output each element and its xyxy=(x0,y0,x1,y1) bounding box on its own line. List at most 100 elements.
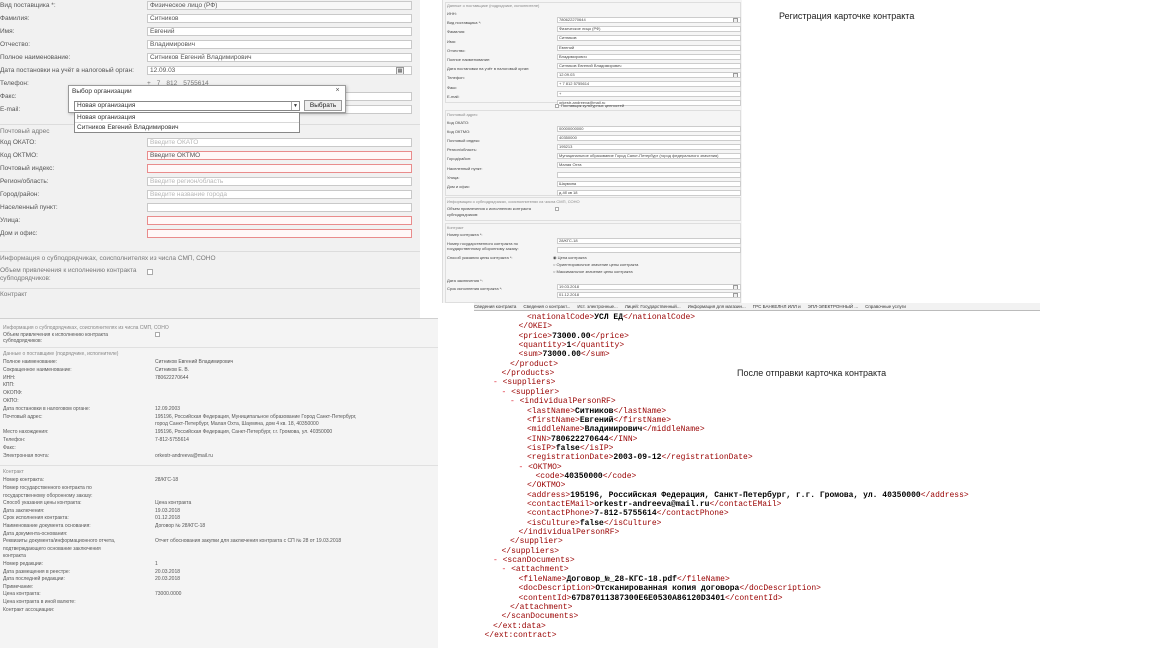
form-row: Почтовый индекс: 195213 xyxy=(447,138,742,151)
collapse-toggle[interactable]: - xyxy=(493,556,503,565)
xml-tag: <sum> xyxy=(518,350,543,360)
detail-row: Место нахождения: 195196, Российская Феде… xyxy=(3,429,433,435)
xml-value: 40350000 xyxy=(564,471,603,481)
xml-tag: </nationalCode> xyxy=(623,313,696,322)
field-input[interactable]: 01.12.2018 xyxy=(557,292,741,299)
field-label: Регион/область: xyxy=(447,147,477,153)
xml-tag: </lastName> xyxy=(613,406,667,416)
form-row: Дата постановки на учёт в налоговый орга… xyxy=(447,66,742,79)
field-value: Владимирович xyxy=(150,41,195,48)
xml-tag: </isIP> xyxy=(579,443,614,453)
dropdown-option[interactable]: Новая организация xyxy=(75,113,299,123)
xml-tag: <attachment> xyxy=(511,565,569,575)
form-row: Дата заключения *: 19.03.2018 xyxy=(447,278,742,290)
collapse-toggle[interactable]: - xyxy=(502,388,512,397)
smp-label: субподрядчиков: xyxy=(3,338,43,344)
smp-checkbox[interactable] xyxy=(555,206,559,211)
form-row: Населенный пункт: xyxy=(0,203,420,213)
field-input[interactable]: д.4б кв 18 xyxy=(557,189,741,196)
form-row: Дом и офис: xyxy=(0,229,420,239)
detail-label: ОКПО: xyxy=(3,398,19,404)
option-label: Максимальное значение цены контракта xyxy=(556,268,633,274)
price-method-option[interactable]: ◉ Цена контракта xyxy=(553,255,587,260)
collapse-toggle[interactable]: - xyxy=(519,463,529,472)
browser-tab[interactable]: Справочные услуги xyxy=(865,303,906,310)
culture-checkbox[interactable] xyxy=(555,103,559,108)
xml-view-panel: Сведения контракта Сведения о контракт...… xyxy=(438,303,1040,648)
chevron-down-icon[interactable]: ▼ xyxy=(291,102,299,110)
field-input[interactable] xyxy=(147,203,412,212)
browser-tab[interactable]: ЭПЛ-ЭЛЕКТРОННЫЙ ... xyxy=(808,303,858,310)
field-input[interactable]: Введите ОКАТО xyxy=(147,138,412,147)
field-input[interactable]: Физическое лицо (РФ) xyxy=(147,1,412,10)
detail-row: Телефон: 7-812-5755614 xyxy=(3,437,433,443)
detail-row: Факс: xyxy=(3,445,433,451)
price-method-option[interactable]: ○ Максимальное значение цены контракта xyxy=(553,269,633,274)
browser-tab[interactable]: Лицей: Государственный... xyxy=(625,303,681,310)
field-input[interactable] xyxy=(147,216,412,225)
detail-label: Сокращенное наименование: xyxy=(3,366,72,373)
xml-line: <registrationDate>2003-09-12</registrati… xyxy=(527,453,753,462)
field-label: Код ОКАТО: xyxy=(0,139,37,146)
field-label: Имя: xyxy=(447,38,456,44)
browser-tab[interactable]: ГРС БАНКЕЛНЛ ИЛЛ и xyxy=(753,303,801,310)
field-label: Фамилия: xyxy=(447,29,466,35)
field-value: Введите ОКАТО xyxy=(150,139,199,146)
detail-label: Дата заключения: xyxy=(3,507,45,514)
section-divider xyxy=(0,465,438,467)
field-label: Почтовый индекс: xyxy=(0,165,55,172)
field-input[interactable]: Введите регион/область xyxy=(147,177,412,186)
field-input[interactable]: Евгений xyxy=(147,27,412,36)
field-label: Телефон: xyxy=(447,75,465,81)
browser-tab[interactable]: Сведения контракта xyxy=(474,303,516,310)
price-method-option[interactable]: ○ Ориентировочное значение цены контракт… xyxy=(553,262,638,267)
detail-row: Почтовый адрес: 195196, Российская Федера… xyxy=(3,414,433,420)
smp-checkbox[interactable] xyxy=(147,269,153,275)
field-input[interactable]: Ситников xyxy=(147,14,412,23)
field-label: E-mail: xyxy=(447,93,460,99)
collapse-toggle[interactable]: - xyxy=(493,378,503,387)
organization-select[interactable]: Новая организация ▼ xyxy=(74,101,300,111)
xml-line: </product> xyxy=(510,360,558,369)
form-row: Факс: + xyxy=(447,85,742,97)
field-input[interactable] xyxy=(147,229,412,238)
field-label: Улица: xyxy=(0,217,21,224)
field-input[interactable]: Ситников Евгений Владимирович xyxy=(147,53,412,62)
select-button[interactable]: Выбрать xyxy=(304,100,342,111)
field-label: Город/район: xyxy=(447,156,472,162)
detail-label: Номер государственного контракта по xyxy=(3,485,92,491)
field-input[interactable]: Владимирович xyxy=(147,40,412,49)
collapse-toggle[interactable]: - xyxy=(510,397,520,406)
collapse-toggle[interactable]: - xyxy=(502,565,512,574)
close-icon[interactable]: × xyxy=(333,87,342,96)
field-input[interactable]: Введите ОКТМО xyxy=(147,151,412,160)
browser-tab[interactable]: Сведения о контракт... xyxy=(523,303,570,310)
form-row: Отчество: Владимирович xyxy=(447,47,742,60)
calendar-icon[interactable]: ▦ xyxy=(396,67,404,74)
xml-tag: </attachment> xyxy=(510,602,573,612)
detail-row: Цена контракта в иной валюте: xyxy=(3,599,433,605)
xml-line: </individualPersonRF> xyxy=(519,528,620,537)
browser-tab[interactable]: Ист. электронные... xyxy=(577,303,617,310)
xml-value: 73000.00 xyxy=(542,350,581,360)
field-label: Дата постановки на учёт в налоговый орга… xyxy=(0,67,134,74)
dropdown-option[interactable]: Ситников Евгений Владимирович xyxy=(75,123,299,133)
xml-line: </OKEI> xyxy=(519,322,553,331)
field-input[interactable]: Введите название города xyxy=(147,190,412,199)
xml-value: УСЛ ЕД xyxy=(594,313,624,322)
calendar-icon[interactable] xyxy=(733,293,738,298)
field-input[interactable] xyxy=(147,164,412,173)
xml-value: 195196, Российская Федерация, Санкт-Пете… xyxy=(570,490,921,500)
xml-tag: </OKTMO> xyxy=(527,481,566,491)
detail-label: ИНН: xyxy=(3,374,16,381)
smp-checkbox[interactable] xyxy=(155,332,160,337)
browser-tab[interactable]: Информация для магазин... xyxy=(688,303,746,310)
field-label: Отчество: xyxy=(447,47,466,53)
xml-line: </supplier> xyxy=(510,537,563,546)
xml-tag: <INN> xyxy=(527,434,552,444)
detail-value: 12.09.2003 xyxy=(155,405,181,412)
detail-row: Номер редакции: 1 xyxy=(3,561,433,567)
field-label: государственному оборонному заказу: xyxy=(447,246,519,252)
xml-line: <quantity>1</quantity> xyxy=(519,341,625,350)
field-input[interactable]: 12.09.03 ▦ xyxy=(147,66,412,75)
